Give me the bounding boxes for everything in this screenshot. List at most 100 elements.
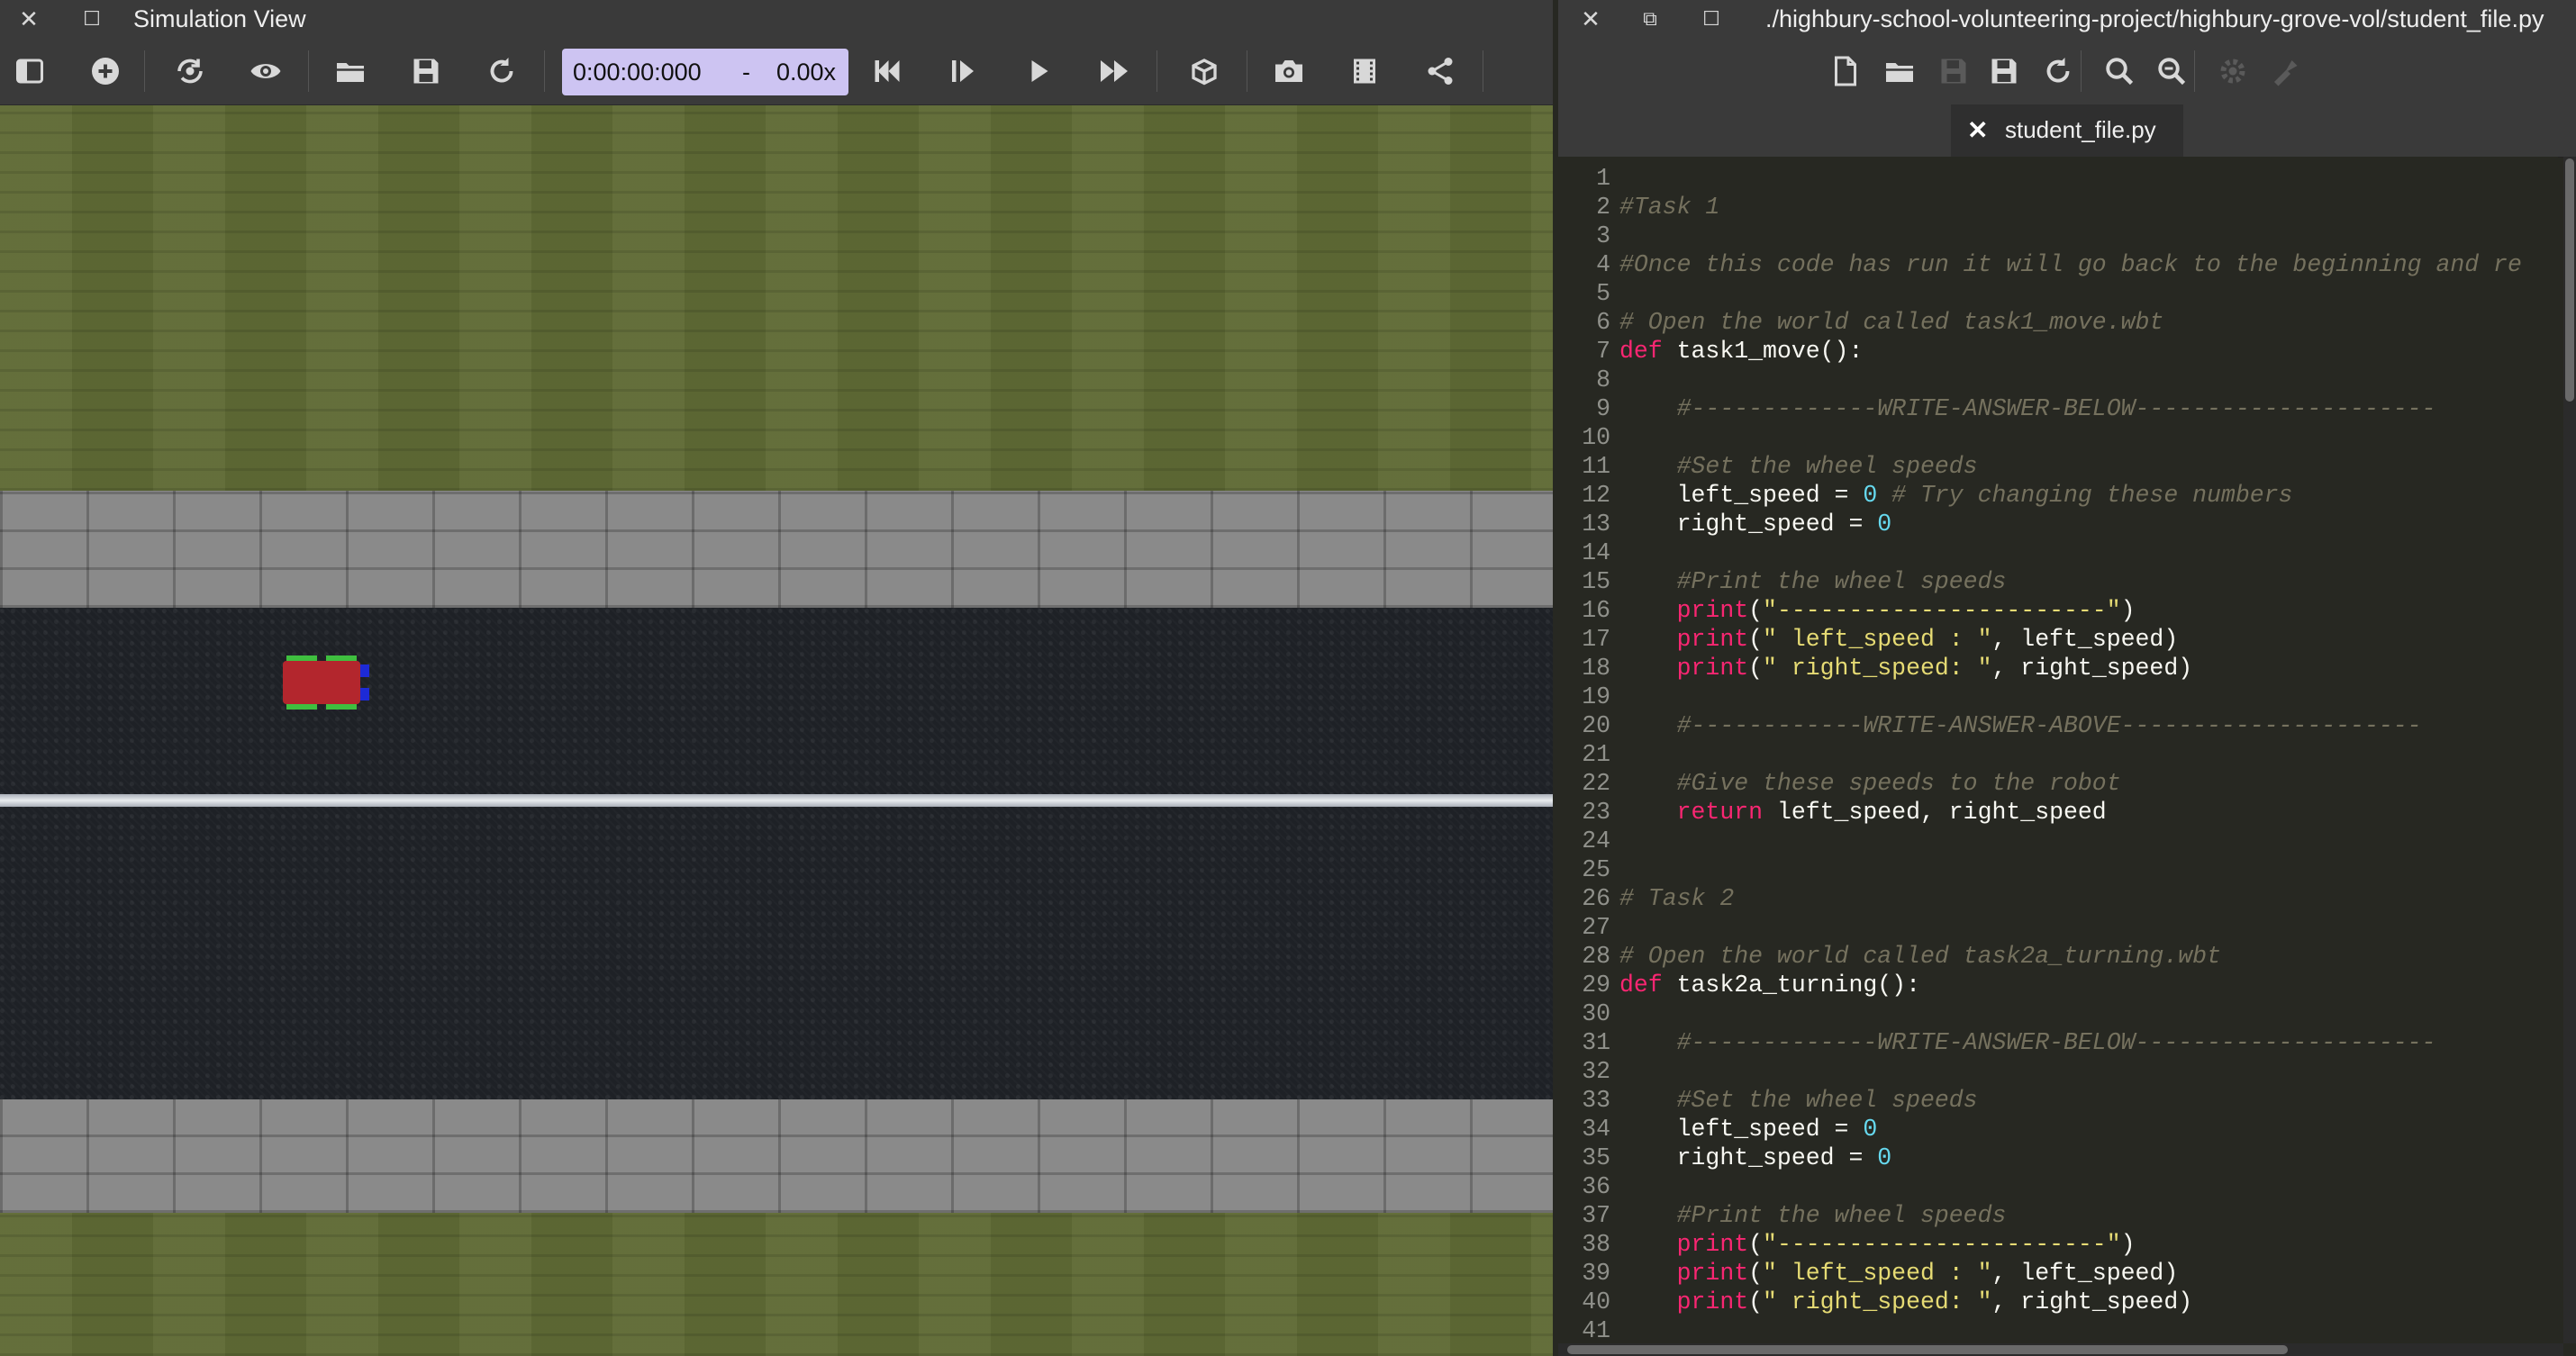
code-line[interactable]: 15 #Print the wheel speeds xyxy=(1558,567,2558,596)
line-source: right_speed = 0 xyxy=(1619,1144,1892,1172)
scrollbar-thumb[interactable] xyxy=(1567,1345,2288,1354)
tab-student-file[interactable]: ✕ student_file.py xyxy=(1951,104,2183,157)
line-number: 23 xyxy=(1582,799,1610,826)
toggle-scene-tree-icon[interactable] xyxy=(7,49,52,94)
float-icon[interactable]: ⧉ xyxy=(1632,0,1668,38)
code-line[interactable]: 27 xyxy=(1558,913,2558,942)
code-token: 0 xyxy=(1863,482,1878,509)
code-line[interactable]: 12 left_speed = 0 # Try changing these n… xyxy=(1558,481,2558,510)
code-line[interactable]: 25 xyxy=(1558,855,2558,884)
maximize-icon[interactable]: ☐ xyxy=(74,0,110,38)
code-line[interactable]: 34 left_speed = 0 xyxy=(1558,1115,2558,1144)
new-file-icon[interactable] xyxy=(1823,49,1868,94)
find-icon[interactable] xyxy=(2097,49,2142,94)
code-line[interactable]: 36 xyxy=(1558,1172,2558,1201)
code-line[interactable]: 21 xyxy=(1558,740,2558,769)
fast-forward-icon[interactable] xyxy=(1092,49,1137,94)
code-line[interactable]: 5 xyxy=(1558,279,2558,308)
code-line[interactable]: 11 #Set the wheel speeds xyxy=(1558,452,2558,481)
code-line[interactable]: 1 xyxy=(1558,164,2558,193)
code-token: ) xyxy=(2120,597,2136,624)
share-icon[interactable] xyxy=(1418,49,1463,94)
add-node-icon[interactable] xyxy=(83,49,128,94)
code-line[interactable]: 6 # Open the world called task1_move.wbt xyxy=(1558,308,2558,337)
horizontal-scrollbar[interactable] xyxy=(1558,1343,2563,1356)
code-line[interactable]: 24 xyxy=(1558,827,2558,855)
code-line[interactable]: 4 #Once this code has run it will go back… xyxy=(1558,250,2558,279)
close-icon[interactable]: ✕ xyxy=(11,0,47,38)
settings-icon[interactable] xyxy=(2210,49,2255,94)
reload-world-icon[interactable] xyxy=(479,49,524,94)
maximize-icon[interactable]: ☐ xyxy=(1693,0,1729,38)
code-line[interactable]: 22 #Give these speeds to the robot xyxy=(1558,769,2558,798)
code-line[interactable]: 2 #Task 1 xyxy=(1558,193,2558,221)
vertical-scrollbar[interactable] xyxy=(2563,157,2576,1343)
code-line[interactable]: 31 #-------------WRITE-ANSWER-BELOW-----… xyxy=(1558,1028,2558,1057)
code-line[interactable]: 26 # Task 2 xyxy=(1558,884,2558,913)
replace-icon[interactable] xyxy=(2149,49,2194,94)
code-line[interactable]: 19 xyxy=(1558,683,2558,711)
code-line[interactable]: 10 xyxy=(1558,423,2558,452)
reset-simulation-icon[interactable] xyxy=(865,49,910,94)
open-file-icon[interactable] xyxy=(1877,49,1922,94)
play-icon[interactable] xyxy=(1016,49,1061,94)
simulation-toolbar: 0:00:00:000 - 0.00x xyxy=(0,38,1553,105)
code-line[interactable]: 28 # Open the world called task2a_turning… xyxy=(1558,942,2558,971)
line-source: right_speed = 0 xyxy=(1619,510,1892,538)
code-line[interactable]: 17 print(" left_speed : ", left_speed) xyxy=(1558,625,2558,654)
movie-icon[interactable] xyxy=(1342,49,1387,94)
close-icon[interactable]: ✕ xyxy=(1573,0,1609,38)
robot-sensor xyxy=(360,664,369,677)
code-line[interactable]: 33 #Set the wheel speeds xyxy=(1558,1086,2558,1115)
code-token: def xyxy=(1619,972,1663,999)
tab-close-icon[interactable]: ✕ xyxy=(1967,115,1988,145)
code-line[interactable]: 13 right_speed = 0 xyxy=(1558,510,2558,538)
code-line[interactable]: 3 xyxy=(1558,221,2558,250)
code-line[interactable]: 7 def task1_move(): xyxy=(1558,337,2558,366)
line-number: 37 xyxy=(1582,1202,1610,1229)
simulation-titlebar: ✕ ☐ Simulation View xyxy=(0,0,1553,38)
code-line[interactable]: 37 #Print the wheel speeds xyxy=(1558,1201,2558,1230)
step-icon[interactable] xyxy=(940,49,985,94)
code-token: ( xyxy=(1748,1288,1764,1315)
view-3d-icon[interactable] xyxy=(1182,49,1227,94)
save-world-icon[interactable] xyxy=(404,49,449,94)
code-line[interactable]: 9 #-------------WRITE-ANSWER-BELOW------… xyxy=(1558,394,2558,423)
code-line[interactable]: 35 right_speed = 0 xyxy=(1558,1144,2558,1172)
save-icon[interactable] xyxy=(1931,49,1976,94)
code-line[interactable]: 18 print(" right_speed: ", right_speed) xyxy=(1558,654,2558,683)
code-line[interactable]: 23 return left_speed, right_speed xyxy=(1558,798,2558,827)
code-line[interactable]: 8 xyxy=(1558,366,2558,394)
screenshot-icon[interactable] xyxy=(1266,49,1311,94)
code-line[interactable]: 30 xyxy=(1558,999,2558,1028)
reset-view-icon[interactable] xyxy=(168,49,213,94)
scrollbar-thumb[interactable] xyxy=(2565,158,2574,402)
code-line[interactable]: 20 #------------WRITE-ANSWER-ABOVE------… xyxy=(1558,711,2558,740)
code-line[interactable]: 32 xyxy=(1558,1057,2558,1086)
text-editor-pane: ✕ ⧉ ☐ ./highbury-school-volunteering-pro… xyxy=(1553,0,2576,1356)
line-number: 4 xyxy=(1596,251,1610,278)
code-line[interactable]: 14 xyxy=(1558,538,2558,567)
code-editor[interactable]: 1 2 #Task 1 3 4 #Once this code has run it wi… xyxy=(1558,157,2558,1343)
code-line[interactable]: 16 print("-----------------------") xyxy=(1558,596,2558,625)
code-line[interactable]: 40 print(" right_speed: ", right_speed) xyxy=(1558,1288,2558,1316)
revert-icon[interactable] xyxy=(2036,49,2081,94)
open-world-icon[interactable] xyxy=(328,49,373,94)
robot[interactable] xyxy=(283,655,369,710)
line-source: # Open the world called task2a_turning.w… xyxy=(1619,942,2221,971)
code-line[interactable]: 38 print("-----------------------") xyxy=(1558,1230,2558,1259)
line-number: 36 xyxy=(1582,1173,1610,1200)
code-line[interactable]: 41 xyxy=(1558,1316,2558,1343)
eye-icon[interactable] xyxy=(243,49,288,94)
code-line[interactable]: 39 print(" left_speed : ", left_speed) xyxy=(1558,1259,2558,1288)
save-as-icon[interactable] xyxy=(1982,49,2027,94)
tools-icon[interactable] xyxy=(2263,49,2308,94)
simulation-3d-view[interactable] xyxy=(0,105,1553,1356)
code-line[interactable]: 29 def task2a_turning(): xyxy=(1558,971,2558,999)
